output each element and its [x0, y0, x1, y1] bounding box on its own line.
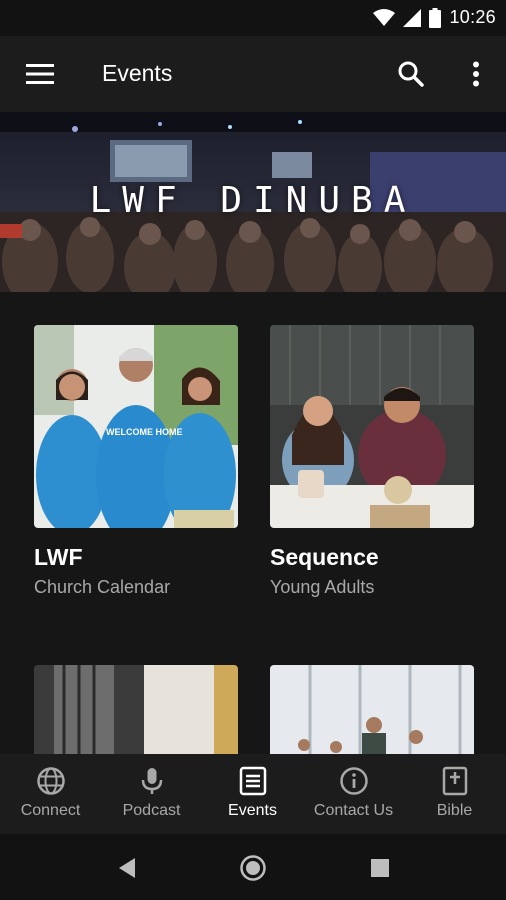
search-button[interactable] — [393, 56, 429, 92]
recents-square-icon — [371, 859, 389, 877]
back-button[interactable] — [111, 852, 143, 884]
event-card-image — [270, 325, 474, 528]
menu-button[interactable] — [22, 58, 58, 90]
more-options-button[interactable] — [458, 56, 494, 92]
event-card-subtitle: Young Adults — [270, 577, 375, 597]
hero-banner[interactable]: LWF DINUBA — [0, 112, 506, 292]
back-triangle-icon — [119, 858, 135, 878]
nav-label: Connect — [20, 802, 81, 819]
sequence-photo — [270, 325, 474, 528]
event-card-lwf[interactable]: WELCOME HOME LWF Church Calendar — [34, 325, 238, 598]
bottom-navigation: Connect Podcast Events Contact Us Bible — [0, 754, 506, 834]
recents-button[interactable] — [364, 852, 396, 884]
battery-icon — [429, 7, 442, 28]
status-icons: 10:26 — [373, 7, 496, 28]
event-card-sequence[interactable]: Sequence Young Adults — [270, 325, 474, 598]
info-icon — [339, 767, 368, 795]
nav-item-bible[interactable]: Bible — [404, 754, 505, 834]
nav-item-events[interactable]: Events — [202, 754, 303, 834]
system-navigation-bar — [0, 834, 506, 900]
event-card-image — [34, 665, 238, 754]
calendar-icon — [239, 766, 266, 796]
hero-title: LWF DINUBA — [89, 180, 417, 221]
shirt-text: WELCOME HOME — [106, 427, 183, 437]
event-card-subtitle: Church Calendar — [34, 577, 171, 597]
signal-icon — [403, 8, 422, 27]
home-button[interactable] — [237, 852, 269, 884]
nav-label: Events — [228, 802, 277, 819]
search-icon — [398, 61, 424, 87]
nav-label: Bible — [436, 802, 473, 819]
page-title: Events — [102, 60, 173, 86]
status-time: 10:26 — [449, 7, 496, 27]
event-photo-4 — [270, 665, 474, 754]
globe-icon — [36, 767, 65, 795]
book-icon — [442, 766, 467, 796]
nav-label: Contact Us — [313, 802, 394, 819]
more-vert-icon — [473, 61, 479, 87]
event-card-image: WELCOME HOME — [34, 325, 238, 528]
home-circle-icon — [240, 855, 266, 881]
nav-item-podcast[interactable]: Podcast — [101, 754, 202, 834]
event-card-image — [270, 665, 474, 754]
events-grid: WELCOME HOME LWF Church Calendar Sequenc… — [0, 292, 506, 754]
wifi-icon — [373, 8, 396, 26]
nav-label: Podcast — [122, 802, 181, 819]
event-card-3[interactable] — [34, 665, 238, 754]
lwf-photo: WELCOME HOME — [34, 325, 238, 528]
microphone-icon — [141, 768, 162, 794]
event-photo-3 — [34, 665, 238, 754]
status-bar: 10:26 — [0, 0, 506, 36]
event-card-title: Sequence — [270, 544, 379, 570]
nav-item-connect[interactable]: Connect — [0, 754, 101, 834]
event-card-4[interactable] — [270, 665, 474, 754]
event-card-title: LWF — [34, 544, 83, 570]
app-bar: Events — [0, 36, 506, 112]
hamburger-menu-icon — [26, 64, 54, 84]
nav-item-contact-us[interactable]: Contact Us — [303, 754, 404, 834]
